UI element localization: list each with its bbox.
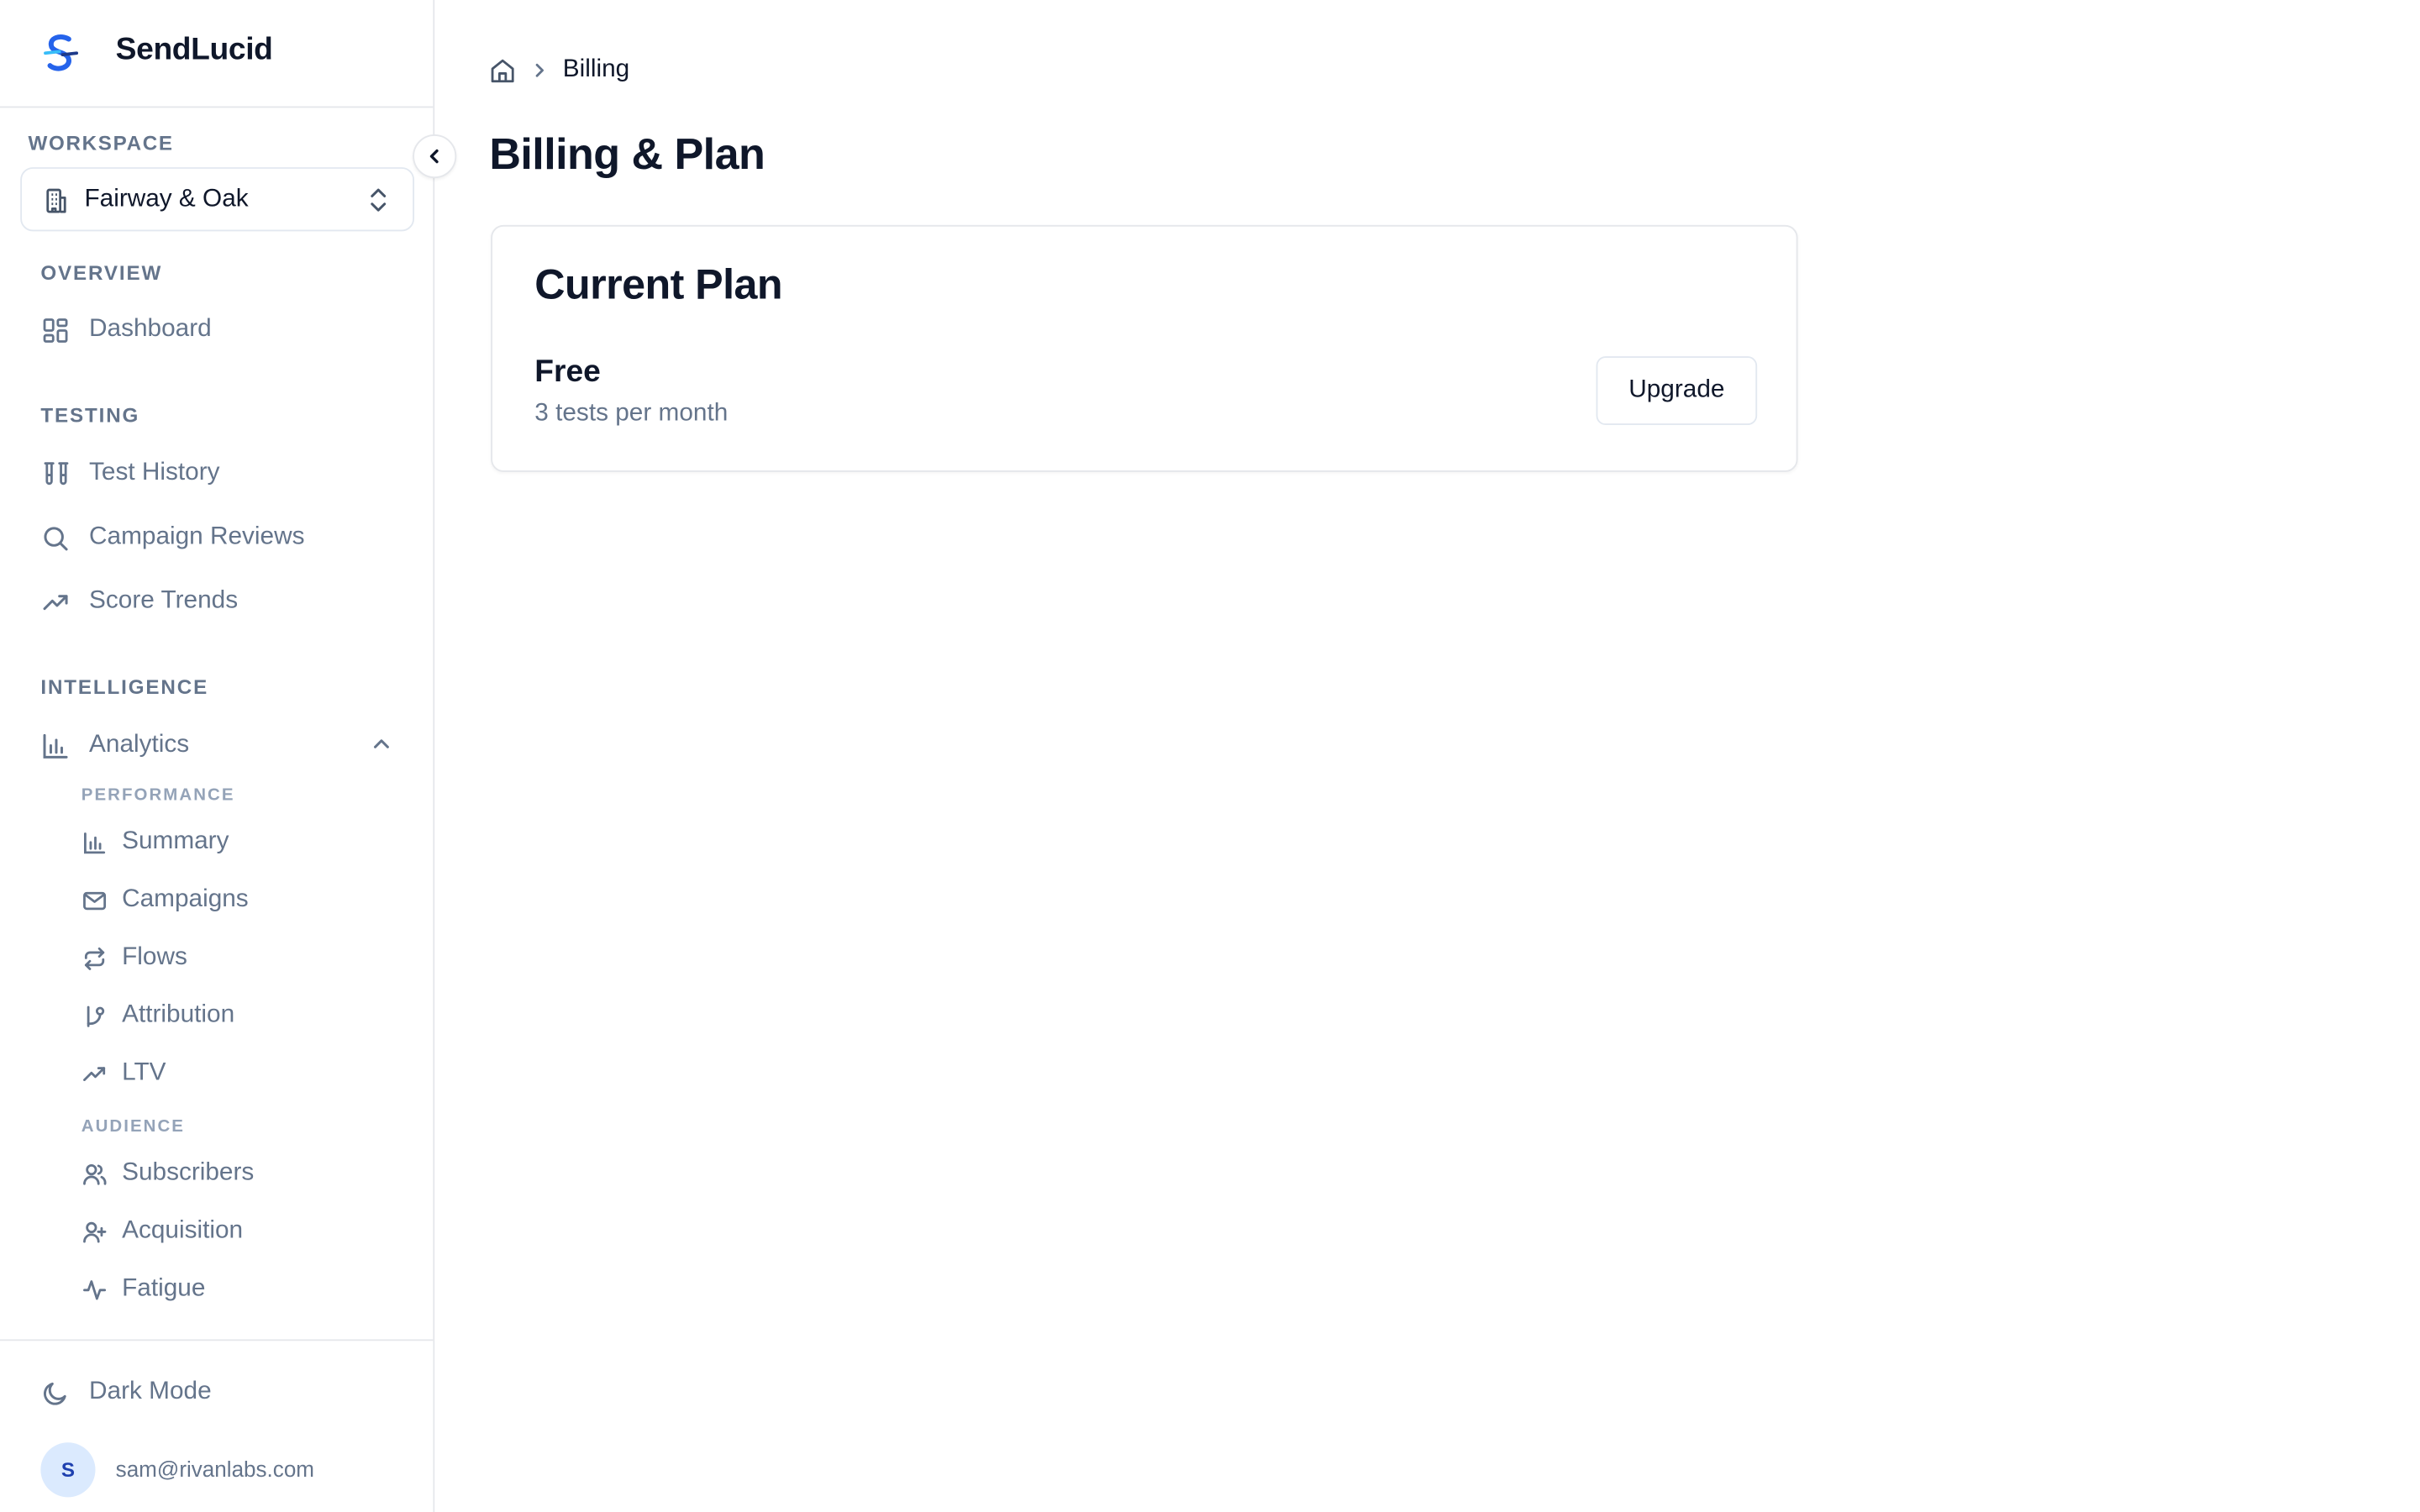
sidebar-subitem-label: Summary — [122, 828, 229, 855]
sidebar-subitem-campaigns[interactable]: Campaigns — [82, 883, 249, 917]
avatar[interactable]: S — [40, 1442, 96, 1498]
sidebar-subitem-label: Campaigns — [122, 885, 249, 913]
sidebar-subitem-ltv[interactable]: LTV — [82, 1057, 166, 1091]
sidebar-subitem-summary[interactable]: Summary — [82, 825, 229, 859]
mail-icon — [82, 888, 107, 913]
moon-icon — [40, 1378, 68, 1406]
sidebar-item-label: Dashboard — [89, 315, 212, 343]
sidebar-item-label: Campaign Reviews — [89, 523, 305, 550]
bar-chart-icon — [40, 732, 68, 759]
sendlucid-logo — [44, 34, 79, 71]
card-title: Current Plan — [534, 260, 783, 308]
bar-chart-icon — [82, 830, 107, 855]
workspace-selector[interactable]: Fairway & Oak — [20, 167, 415, 232]
test-tubes-icon — [40, 459, 68, 487]
sidebar-subitem-attribution[interactable]: Attribution — [82, 999, 234, 1033]
breadcrumb-current: Billing — [562, 55, 630, 83]
sidebar-subitem-label: LTV — [122, 1059, 166, 1087]
layout-grid-icon — [40, 316, 68, 344]
sidebar-subitem-label: Attribution — [122, 1001, 235, 1029]
brand-header: SendLucid — [0, 0, 434, 108]
sidebar-item-label: Test History — [89, 459, 220, 486]
current-plan-card: Current Plan Free 3 tests per month Upgr… — [491, 224, 1798, 472]
sidebar-item-label: Score Trends — [89, 587, 239, 615]
section-label-overview: OVERVIEW — [40, 260, 163, 285]
breadcrumb: Billing — [489, 55, 629, 86]
workspace-name: Fairway & Oak — [84, 186, 249, 213]
sidebar-subitem-label: Flows — [122, 943, 187, 971]
users-icon — [82, 1161, 107, 1186]
subsection-label-performance: PERFORMANCE — [81, 785, 235, 806]
collapse-sidebar-button[interactable] — [413, 134, 457, 179]
dark-mode-toggle[interactable]: Dark Mode — [40, 1373, 212, 1411]
workspace-label: WORKSPACE — [28, 131, 174, 155]
chevron-up-icon[interactable] — [371, 733, 392, 755]
trending-up-icon — [40, 588, 68, 616]
sidebar-subitem-label: Acquisition — [122, 1217, 244, 1244]
repeat-icon — [82, 946, 107, 971]
sidebar-subitem-fatigue[interactable]: Fatigue — [82, 1272, 206, 1306]
page-title: Billing & Plan — [489, 129, 765, 179]
sidebar-item-label: Analytics — [89, 731, 190, 759]
upgrade-button[interactable]: Upgrade — [1596, 356, 1758, 426]
search-icon — [40, 523, 68, 551]
sidebar-subitem-label: Fatigue — [122, 1275, 206, 1302]
dark-mode-label: Dark Mode — [89, 1378, 212, 1405]
chevron-left-icon — [429, 149, 439, 164]
sidebar-item-analytics[interactable]: Analytics — [40, 727, 189, 764]
sidebar-subitem-label: Subscribers — [122, 1159, 255, 1187]
sidebar-item-score-trends[interactable]: Score Trends — [40, 583, 238, 621]
trending-up-icon — [82, 1061, 107, 1086]
sidebar-subitem-subscribers[interactable]: Subscribers — [82, 1157, 255, 1191]
activity-icon — [82, 1277, 107, 1302]
sidebar-subitem-flows[interactable]: Flows — [82, 941, 187, 975]
sidebar: SendLucid WORKSPACE Fairway & Oak OVERVI… — [0, 0, 457, 1512]
sidebar-item-dashboard[interactable]: Dashboard — [40, 311, 212, 349]
sidebar-subitem-acquisition[interactable]: Acquisition — [82, 1215, 243, 1249]
sidebar-item-campaign-reviews[interactable]: Campaign Reviews — [40, 519, 305, 557]
home-icon[interactable] — [489, 57, 516, 84]
user-email[interactable]: sam@rivanlabs.com — [116, 1457, 314, 1482]
git-branch-icon — [82, 1003, 107, 1028]
section-label-intelligence: INTELLIGENCE — [40, 675, 209, 699]
app-name[interactable]: SendLucid — [116, 33, 273, 69]
chevrons-up-down-icon — [371, 188, 387, 212]
section-label-testing: TESTING — [40, 402, 140, 427]
sidebar-item-test-history[interactable]: Test History — [40, 454, 220, 492]
plan-name: Free — [534, 354, 601, 390]
chevron-right-icon — [530, 61, 549, 80]
plan-description: 3 tests per month — [534, 400, 729, 427]
subsection-label-audience: AUDIENCE — [81, 1117, 185, 1137]
user-plus-icon — [82, 1219, 107, 1244]
building-icon — [46, 188, 66, 213]
